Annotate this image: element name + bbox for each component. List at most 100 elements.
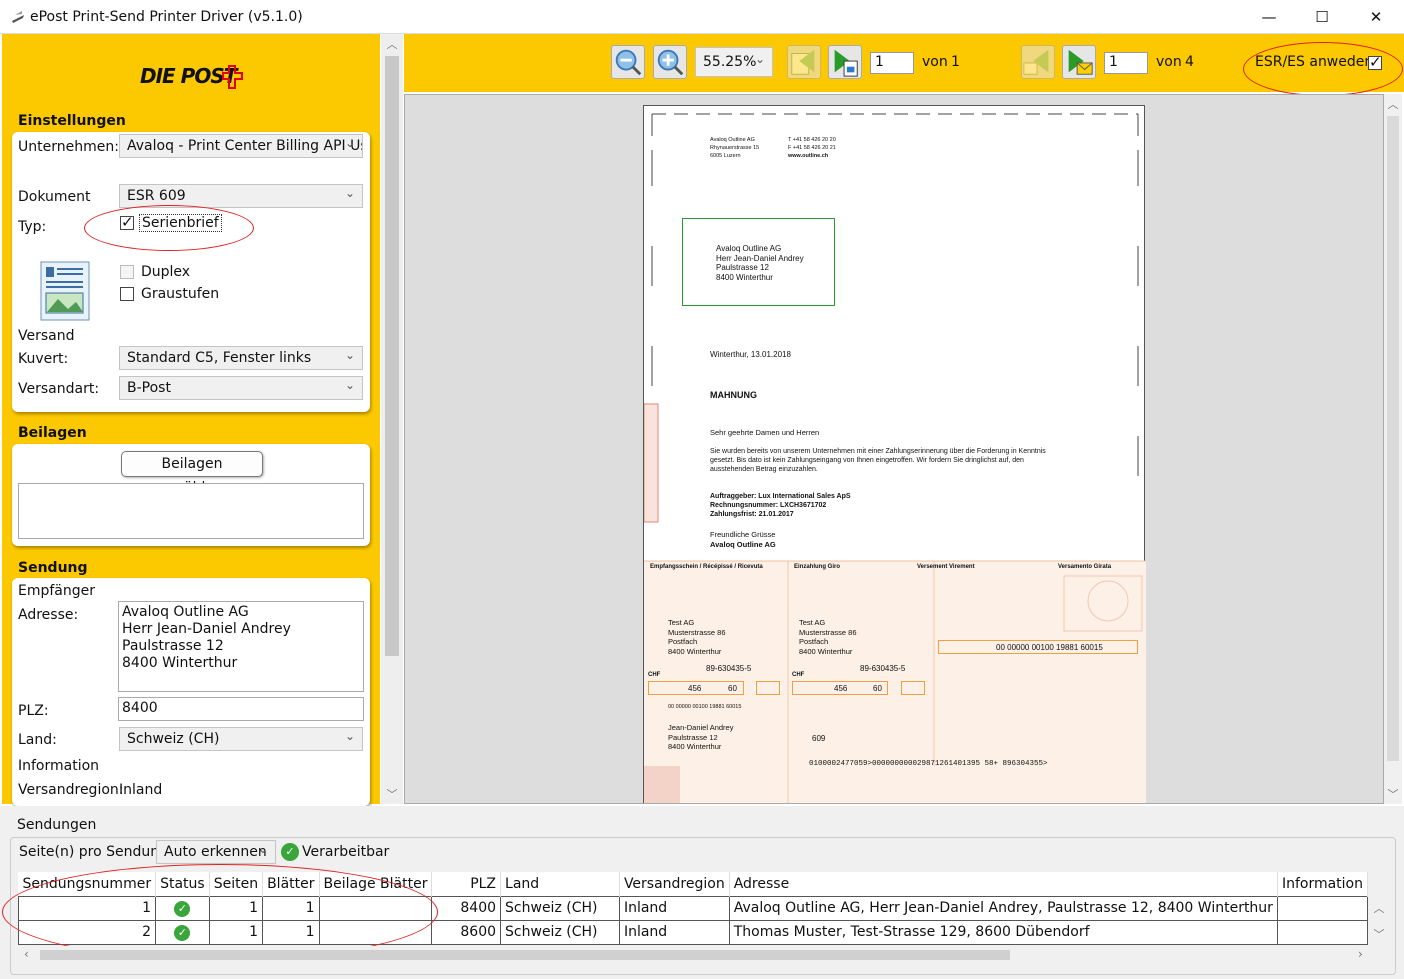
address-line: Herr Jean-Daniel Andrey xyxy=(122,621,291,637)
recipient-line: 8400 Winterthur xyxy=(716,272,773,282)
recipient-line: Avaloq Outline AG xyxy=(716,244,782,253)
einstellungen-title: Einstellungen xyxy=(18,113,126,129)
column-header[interactable]: Versandregion xyxy=(619,872,730,896)
slip-francs-right: 456 xyxy=(834,684,848,693)
cell-info xyxy=(1276,895,1369,921)
zoom-out-button[interactable] xyxy=(611,45,645,79)
slip-cents-right: 60 xyxy=(873,684,882,693)
document-page: Avaloq Outline AG Rhynauerstrasse 15 600… xyxy=(643,105,1146,803)
page-number-input[interactable]: 1 xyxy=(870,52,914,74)
scroll-down-icon[interactable]: ﹀ xyxy=(381,786,403,802)
minimize-button[interactable]: — xyxy=(1246,4,1292,30)
document-value: ESR 609 xyxy=(127,188,186,204)
kuvert-select[interactable]: Standard C5, Fenster links ⌄ xyxy=(119,346,363,370)
cell-land: Schweiz (CH) xyxy=(500,919,620,945)
column-header[interactable]: Land xyxy=(500,872,620,896)
scroll-down-icon[interactable]: ﹀ xyxy=(1370,926,1388,942)
zoom-select[interactable]: 55.25% ⌄ xyxy=(695,47,773,77)
closing-company: Avaloq Outline AG xyxy=(710,539,776,549)
slip-payer: Jean-Daniel Andrey Paulstrasse 12 8400 W… xyxy=(668,723,733,752)
scroll-up-icon[interactable]: ︿ xyxy=(381,36,403,52)
column-header[interactable]: Information xyxy=(1277,872,1369,896)
sender-line: Avaloq Outline AG xyxy=(710,137,755,143)
document-label: Dokument xyxy=(18,189,91,205)
beilagen-list[interactable] xyxy=(18,483,364,539)
document-of-label: von xyxy=(1156,54,1182,70)
column-header[interactable]: Adresse xyxy=(729,872,1278,896)
next-page-button[interactable] xyxy=(828,45,862,79)
detail-line: Zahlungsfrist: 21.01.2017 xyxy=(710,511,794,518)
beneficiary-line: Postfach xyxy=(668,637,698,646)
scroll-up-icon[interactable]: ︿ xyxy=(1370,900,1388,916)
scroll-right-icon[interactable]: › xyxy=(1358,947,1363,961)
sidebar-scrollbar[interactable]: ︿ ﹀ xyxy=(381,34,403,804)
zoom-out-icon xyxy=(615,49,642,76)
slip-girata-header: Versamento Girata xyxy=(1058,564,1112,570)
scroll-left-icon[interactable]: ‹ xyxy=(24,947,29,961)
slip-cents-left: 60 xyxy=(728,684,737,693)
beneficiary-line: Musterstrasse 86 xyxy=(799,627,857,637)
close-button[interactable]: ✕ xyxy=(1353,4,1399,30)
next-page-icon xyxy=(834,49,858,77)
slip-account-left: 89-630435-5 xyxy=(706,664,752,673)
letter-details: Auftraggeber: Lux International Sales Ap… xyxy=(710,492,851,519)
plz-input[interactable]: 8400 xyxy=(118,697,364,721)
next-document-icon xyxy=(1068,49,1093,75)
slip-account-right: 89-630435-5 xyxy=(860,664,906,673)
maximize-button[interactable]: ☐ xyxy=(1299,4,1345,30)
column-header[interactable]: PLZ xyxy=(431,872,502,896)
contact-line: www.outline.ch xyxy=(788,153,829,159)
duplex-checkbox[interactable] xyxy=(120,265,134,279)
body-line: Sie wurden bereits von unserem Unternehm… xyxy=(710,448,1046,455)
scroll-up-icon[interactable]: ︿ xyxy=(1384,96,1402,112)
next-document-button[interactable] xyxy=(1062,45,1096,79)
body-line: ausstehenden Betrag einzuzahlen. xyxy=(710,466,818,473)
kuvert-label: Kuvert: xyxy=(18,351,69,367)
detail-line: Rechnungsnummer: LXCH3671702 xyxy=(710,502,827,509)
company-select[interactable]: Avaloq - Print Center Billing API Use ⌄ xyxy=(119,134,363,158)
slip-cents-box-left xyxy=(756,681,780,695)
grid-horizontal-scrollbar[interactable]: ‹ › xyxy=(18,946,1388,964)
viewer-scrollbar[interactable]: ︿ ﹀ xyxy=(1384,94,1402,804)
previous-document-icon xyxy=(1023,49,1049,75)
previous-document-button[interactable] xyxy=(1021,45,1055,79)
beneficiary-line: Musterstrasse 86 xyxy=(668,627,726,637)
chevron-down-icon: ⌄ xyxy=(257,842,268,856)
land-value: Schweiz (CH) xyxy=(127,731,220,747)
document-viewer[interactable]: Avaloq Outline AG Rhynauerstrasse 15 600… xyxy=(404,94,1384,804)
sendungen-title: Sendungen xyxy=(17,817,97,833)
pages-per-sendung-select[interactable]: Auto erkennen ⌄ xyxy=(156,840,276,864)
land-select[interactable]: Schweiz (CH) ⌄ xyxy=(119,727,363,751)
scroll-down-icon[interactable]: ﹀ xyxy=(1384,786,1402,802)
pages-per-sendung-label: Seite(n) pro Sendung: xyxy=(19,844,173,860)
versand-label: Versand xyxy=(18,328,75,344)
page-of-label: von xyxy=(922,54,948,70)
previous-page-button[interactable] xyxy=(787,45,821,79)
payer-line: Jean-Daniel Andrey xyxy=(668,723,734,732)
payer-line: 8400 Winterthur xyxy=(668,742,722,751)
letter-recipient: Avaloq Outline AG Herr Jean-Daniel Andre… xyxy=(716,244,804,282)
graustufen-checkbox[interactable] xyxy=(120,287,134,301)
grid-vertical-scrollbar[interactable]: ︿ ﹀ xyxy=(1370,872,1388,946)
zoom-in-button[interactable] xyxy=(653,45,687,79)
document-number-input[interactable]: 1 xyxy=(1104,52,1148,74)
plz-label: PLZ: xyxy=(18,703,49,719)
beilagen-select-button[interactable]: Beilagen auswählen... xyxy=(121,451,263,496)
cell-land: Schweiz (CH) xyxy=(500,895,620,921)
company-label: Unternehmen: xyxy=(18,139,119,155)
window-title: ePost Print-Send Printer Driver (v5.1.0) xyxy=(30,9,303,25)
land-label: Land: xyxy=(18,732,57,748)
scrollbar-thumb[interactable] xyxy=(40,950,1010,960)
address-textarea[interactable]: Avaloq Outline AG Herr Jean-Daniel Andre… xyxy=(118,601,364,692)
recipient-line: Herr Jean-Daniel Andrey xyxy=(716,253,804,263)
letter-subject: MAHNUNG xyxy=(710,390,757,400)
scrollbar-thumb[interactable] xyxy=(1387,116,1399,761)
letter-closing: Freundliche Grüsse Avaloq Outline AG xyxy=(710,530,776,549)
annotation-oval xyxy=(1243,42,1403,96)
scrollbar-thumb[interactable] xyxy=(385,56,399,656)
versandart-select[interactable]: B-Post ⌄ xyxy=(119,376,363,400)
type-label: Typ: xyxy=(18,219,47,235)
letter-date: Winterthur, 13.01.2018 xyxy=(710,350,791,359)
payer-line: Paulstrasse 12 xyxy=(668,732,718,742)
slip-esr-type: 609 xyxy=(812,734,826,743)
